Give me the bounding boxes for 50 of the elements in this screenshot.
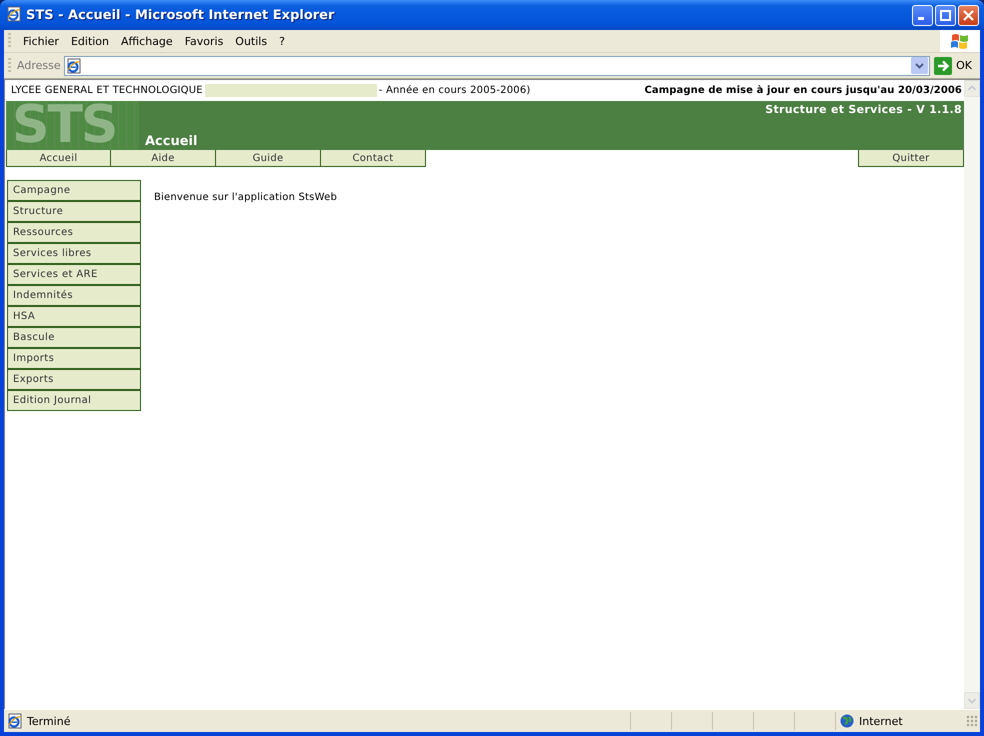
close-icon — [963, 10, 974, 20]
address-field[interactable] — [64, 56, 930, 76]
page-icon — [7, 713, 23, 729]
page-title: Accueil — [144, 134, 198, 150]
nav-button[interactable]: Contact — [321, 150, 426, 167]
sidebar-item[interactable]: Edition Journal — [7, 390, 141, 411]
sidebar-item[interactable]: Campagne — [7, 180, 141, 201]
nav-button[interactable]: Aide — [111, 150, 216, 167]
menu-item[interactable]: Favoris — [178, 34, 230, 48]
welcome-message: Bienvenue sur l'application StsWeb — [154, 192, 337, 205]
sidebar-item[interactable]: HSA — [7, 306, 141, 327]
sidebar-item[interactable]: Imports — [7, 348, 141, 369]
campaign-notice: Campagne de mise à jour en cours jusqu'au 20/03/2006 — [644, 85, 962, 96]
menu-item[interactable]: Affichage — [115, 34, 179, 48]
status-text: Terminé — [27, 714, 72, 728]
maximize-icon — [940, 10, 951, 20]
resize-grip[interactable] — [966, 715, 978, 727]
window-title: STS - Accueil - Microsoft Internet Explorer — [26, 8, 334, 22]
scrollbar[interactable] — [964, 80, 980, 709]
arrow-right-icon — [934, 56, 952, 74]
sidebar-item[interactable]: Services et ARE — [7, 264, 141, 285]
sidebar-item[interactable]: Structure — [7, 201, 141, 222]
globe-icon — [840, 714, 854, 728]
ie-icon — [6, 6, 22, 24]
minimize-button[interactable] — [912, 4, 933, 26]
sts-logo: STS — [6, 101, 139, 150]
nav-button[interactable]: Accueil — [6, 150, 111, 167]
sidebar-item[interactable]: Ressources — [7, 222, 141, 243]
school-name: LYCEE GENERAL ET TECHNOLOGIQUE — [11, 85, 203, 96]
maximize-button[interactable] — [935, 4, 956, 26]
menu-item[interactable]: Outils — [229, 34, 274, 48]
sidebar-item[interactable]: Indemnités — [7, 285, 141, 306]
sidebar-item[interactable]: Exports — [7, 369, 141, 390]
school-year: - Année en cours 2005-2006) — [378, 85, 530, 96]
address-label: Adresse — [17, 59, 61, 72]
security-zone: Internet — [859, 714, 903, 728]
sidebar-item[interactable]: Bascule — [7, 327, 141, 348]
quit-button[interactable]: Quitter — [858, 150, 964, 167]
windows-flag-icon — [950, 32, 970, 50]
minimize-icon — [918, 17, 924, 20]
dropdown-arrow-icon[interactable] — [911, 57, 928, 74]
nav-button[interactable]: Guide — [216, 150, 321, 167]
menu-item[interactable]: Edition — [64, 34, 116, 48]
menu-item[interactable]: ? — [273, 34, 291, 48]
page-icon — [66, 58, 82, 74]
sidebar-item[interactable]: Services libres — [7, 243, 141, 264]
menu-item[interactable]: Fichier — [17, 34, 65, 48]
close-button[interactable] — [958, 4, 979, 26]
go-button[interactable]: OK — [930, 56, 980, 74]
app-title: Structure et Services - V 1.1.8 — [765, 102, 963, 116]
